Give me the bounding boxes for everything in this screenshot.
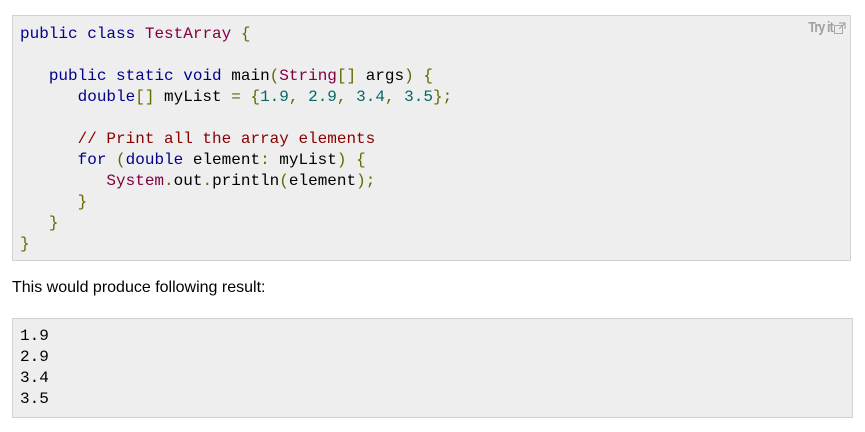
code-token: void [183, 67, 222, 85]
code-token: // Print all the array elements [77, 130, 376, 148]
code-token: 1.9 [260, 88, 289, 106]
code-token: ( [279, 172, 289, 190]
output-box: 1.9 2.9 3.4 3.5 [12, 318, 853, 418]
code-token: ( [116, 151, 126, 169]
output-line: 3.4 [20, 369, 49, 387]
code-token: { [240, 25, 251, 43]
code-token: println [212, 172, 280, 190]
code-token: double [125, 151, 184, 169]
code-token: = [231, 88, 241, 106]
code-token: { [250, 88, 261, 106]
try-it-button[interactable]: Try it [803, 19, 846, 36]
code-token: } [48, 214, 59, 232]
code-line: } [20, 192, 452, 213]
code-token: ( [269, 67, 280, 85]
code-line: double[] myList = {1.9, 2.9, 3.4, 3.5}; [20, 87, 453, 108]
code-token: out [173, 172, 203, 190]
code-line: } [20, 234, 452, 255]
code-token: static [116, 67, 174, 85]
code-token: System [106, 172, 165, 190]
output-line: 2.9 [20, 348, 49, 366]
code-line: public class TestArray { [20, 24, 452, 45]
try-it-label[interactable]: Try it [809, 19, 834, 36]
code-token: public [48, 67, 107, 85]
code-token: public [20, 25, 78, 43]
code-token: } [77, 193, 88, 211]
code-token: , [336, 88, 347, 106]
code-token: [] [336, 67, 357, 85]
output-line: 3.5 [20, 390, 49, 408]
code-line: for (double element: myList) { [20, 150, 452, 171]
code-line: // Print all the array elements [20, 129, 452, 150]
code-token: . [202, 172, 213, 190]
code-token: 2.9 [308, 88, 337, 106]
code-token: class [87, 25, 136, 43]
code-token: } [20, 235, 30, 253]
code-token: { [356, 151, 366, 169]
code-token: main [221, 67, 270, 85]
code-token: element [183, 151, 261, 169]
code-line: System.out.println(element); [20, 171, 452, 192]
code-token: }; [432, 88, 453, 106]
code-token: ) [404, 67, 414, 85]
code-token: : [260, 151, 270, 169]
code-line: public static void main(String[] args) { [20, 66, 452, 87]
code-token: double [77, 88, 136, 106]
code-token: . [164, 172, 174, 190]
output-line: 1.9 [20, 327, 49, 345]
code-token: for [77, 151, 107, 169]
code-token: ) [336, 151, 347, 169]
code-token: String [279, 67, 337, 85]
code-token: args [356, 67, 405, 85]
code-line: } [20, 213, 452, 234]
external-link-icon[interactable] [834, 22, 846, 34]
code-token: element [288, 172, 357, 190]
result-description: This would produce following result: [12, 279, 266, 296]
code-token: TestArray [144, 25, 232, 43]
code-token: 3.4 [356, 88, 385, 106]
code-token: [] [135, 88, 155, 106]
code-example-box: Try it public class TestArray { public s… [12, 15, 851, 261]
code-block: public class TestArray { public static v… [20, 24, 452, 255]
code-token: myList [269, 151, 337, 169]
output-block: 1.9 2.9 3.4 3.5 [20, 326, 49, 410]
code-token: myList [154, 88, 232, 106]
code-token: { [423, 67, 433, 85]
code-token: , [384, 88, 395, 106]
code-token: 3.5 [404, 88, 433, 106]
code-token: ); [356, 172, 376, 190]
